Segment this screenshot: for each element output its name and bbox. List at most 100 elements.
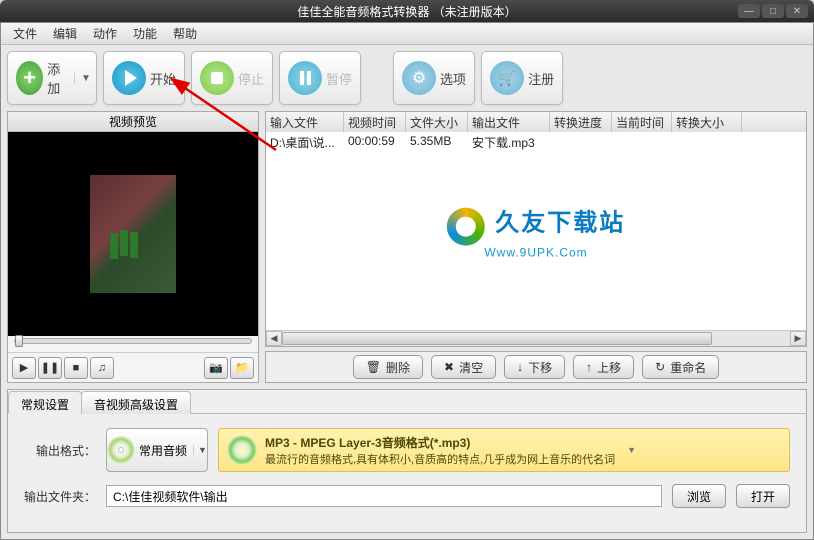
close-button[interactable]: ✕ <box>786 4 808 18</box>
th-curtime[interactable]: 当前时间 <box>612 112 672 132</box>
moveup-button[interactable]: ↑上移 <box>573 355 634 379</box>
start-label: 开始 <box>150 69 176 88</box>
arrow-down-icon: ↓ <box>517 360 523 374</box>
format-selector[interactable]: 常用音频 ▼ <box>106 428 208 472</box>
preview-thumbnail <box>90 175 176 293</box>
play-icon <box>112 61 146 95</box>
file-table: 输入文件 视频时间 文件大小 输出文件 转换进度 当前时间 转换大小 D:\桌面… <box>265 111 807 347</box>
player-play-button[interactable]: ▶ <box>12 357 36 379</box>
gear-icon <box>402 61 436 95</box>
table-body[interactable]: D:\桌面\说... 00:00:59 5.35MB 安下载.mp3 久友下载站… <box>266 132 806 330</box>
player-controls: ▶ ❚❚ ■ ♫ 📷 📁 <box>8 352 258 382</box>
arrow-up-icon: ↑ <box>586 360 592 374</box>
stop-label: 停止 <box>238 69 264 88</box>
th-time[interactable]: 视频时间 <box>344 112 406 132</box>
th-progress[interactable]: 转换进度 <box>550 112 612 132</box>
menu-file[interactable]: 文件 <box>5 25 45 42</box>
player-loop-button[interactable]: ♫ <box>90 357 114 379</box>
preview-area <box>8 132 258 336</box>
minimize-button[interactable]: — <box>738 4 760 18</box>
watermark-en: Www.9UPK.Com <box>447 245 625 259</box>
register-label: 注册 <box>528 69 554 88</box>
pause-button[interactable]: 暂停 <box>279 51 361 105</box>
settings-panel: 常规设置 音视频高级设置 输出格式： 常用音频 ▼ MP3 - MPEG Lay… <box>7 389 807 533</box>
add-dropdown-icon[interactable]: ▼ <box>74 73 88 84</box>
scroll-left-icon[interactable]: ◀ <box>266 331 282 346</box>
snapshot-button[interactable]: 📷 <box>204 357 228 379</box>
menu-function[interactable]: 功能 <box>125 25 165 42</box>
scroll-track[interactable] <box>282 331 790 346</box>
toolbar: 添加 ▼ 开始 停止 暂停 选项 注册 <box>1 45 813 111</box>
th-input[interactable]: 输入文件 <box>266 112 344 132</box>
preview-pane: 视频预览 ▶ ❚❚ ■ ♫ 📷 📁 <box>7 111 259 383</box>
delete-button[interactable]: 🗑删除 <box>353 355 423 379</box>
x-icon: ✖ <box>444 360 454 374</box>
browse-button[interactable]: 浏览 <box>672 484 726 508</box>
trash-icon: 🗑 <box>366 360 381 374</box>
seek-slider[interactable] <box>14 338 252 344</box>
open-folder-button[interactable]: 📁 <box>230 357 254 379</box>
rename-icon: ↻ <box>655 360 665 374</box>
add-icon <box>16 61 43 95</box>
format-title: MP3 - MPEG Layer-3音频格式(*.mp3) <box>265 436 470 450</box>
scroll-thumb[interactable] <box>282 332 712 345</box>
cell-input: D:\桌面\说... <box>266 132 344 152</box>
add-label: 添加 <box>47 59 68 97</box>
format-name: 常用音频 <box>139 442 187 459</box>
rename-button[interactable]: ↻重命名 <box>642 355 719 379</box>
th-output[interactable]: 输出文件 <box>468 112 550 132</box>
tab-general[interactable]: 常规设置 <box>8 391 82 414</box>
watermark-cn: 久友下载站 <box>495 210 625 237</box>
seek-thumb[interactable] <box>15 335 23 347</box>
window-title: 佳佳全能音频格式转换器 （未注册版本） <box>297 5 516 19</box>
tabs: 常规设置 音视频高级设置 <box>8 390 806 414</box>
stop-button[interactable]: 停止 <box>191 51 273 105</box>
chevron-down-icon: ▼ <box>193 445 207 455</box>
open-button[interactable]: 打开 <box>736 484 790 508</box>
scroll-right-icon[interactable]: ▶ <box>790 331 806 346</box>
h-scrollbar[interactable]: ◀ ▶ <box>266 330 806 346</box>
cart-icon <box>490 61 524 95</box>
cell-time: 00:00:59 <box>344 132 406 152</box>
stop-icon <box>200 61 234 95</box>
th-outsize[interactable]: 转换大小 <box>672 112 742 132</box>
disc-icon <box>107 436 135 464</box>
tab-advanced[interactable]: 音视频高级设置 <box>81 391 191 414</box>
maximize-button[interactable]: □ <box>762 4 784 18</box>
clear-button[interactable]: ✖清空 <box>431 355 496 379</box>
format-description[interactable]: MP3 - MPEG Layer-3音频格式(*.mp3) 最流行的音频格式,具… <box>218 428 790 472</box>
chevron-down-icon: ▼ <box>623 445 640 455</box>
movedown-button[interactable]: ↓下移 <box>504 355 565 379</box>
outdir-label: 输出文件夹： <box>24 488 96 505</box>
format-subtitle: 最流行的音频格式,具有体积小,音质高的特点,几乎成为网上音乐的代名词 <box>265 451 615 467</box>
watermark: 久友下载站 Www.9UPK.Com <box>447 203 625 260</box>
main-window: 文件 编辑 动作 功能 帮助 添加 ▼ 开始 停止 暂停 选项 注 <box>0 22 814 540</box>
th-size[interactable]: 文件大小 <box>406 112 468 132</box>
preview-title: 视频预览 <box>8 112 258 132</box>
menu-help[interactable]: 帮助 <box>165 25 205 42</box>
table-row[interactable]: D:\桌面\说... 00:00:59 5.35MB 安下载.mp3 <box>266 132 806 152</box>
cell-size: 5.35MB <box>406 132 468 152</box>
register-button[interactable]: 注册 <box>481 51 563 105</box>
menubar: 文件 编辑 动作 功能 帮助 <box>1 23 813 45</box>
options-label: 选项 <box>440 69 466 88</box>
watermark-logo-icon <box>447 207 485 245</box>
list-actions: 🗑删除 ✖清空 ↓下移 ↑上移 ↻重命名 <box>265 351 807 383</box>
titlebar: 佳佳全能音频格式转换器 （未注册版本） — □ ✕ <box>0 0 814 22</box>
table-header: 输入文件 视频时间 文件大小 输出文件 转换进度 当前时间 转换大小 <box>266 112 806 132</box>
menu-action[interactable]: 动作 <box>85 25 125 42</box>
disc2-icon <box>227 435 257 465</box>
options-button[interactable]: 选项 <box>393 51 475 105</box>
outfmt-label: 输出格式： <box>24 442 96 459</box>
cell-curtime <box>612 132 672 152</box>
player-stop-button[interactable]: ■ <box>64 357 88 379</box>
start-button[interactable]: 开始 <box>103 51 185 105</box>
add-button[interactable]: 添加 ▼ <box>7 51 97 105</box>
output-dir-input[interactable] <box>106 485 662 507</box>
pause-icon <box>288 61 322 95</box>
cell-outsize <box>672 132 742 152</box>
cell-output: 安下载.mp3 <box>468 132 550 152</box>
pause-label: 暂停 <box>326 69 352 88</box>
menu-edit[interactable]: 编辑 <box>45 25 85 42</box>
player-pause-button[interactable]: ❚❚ <box>38 357 62 379</box>
